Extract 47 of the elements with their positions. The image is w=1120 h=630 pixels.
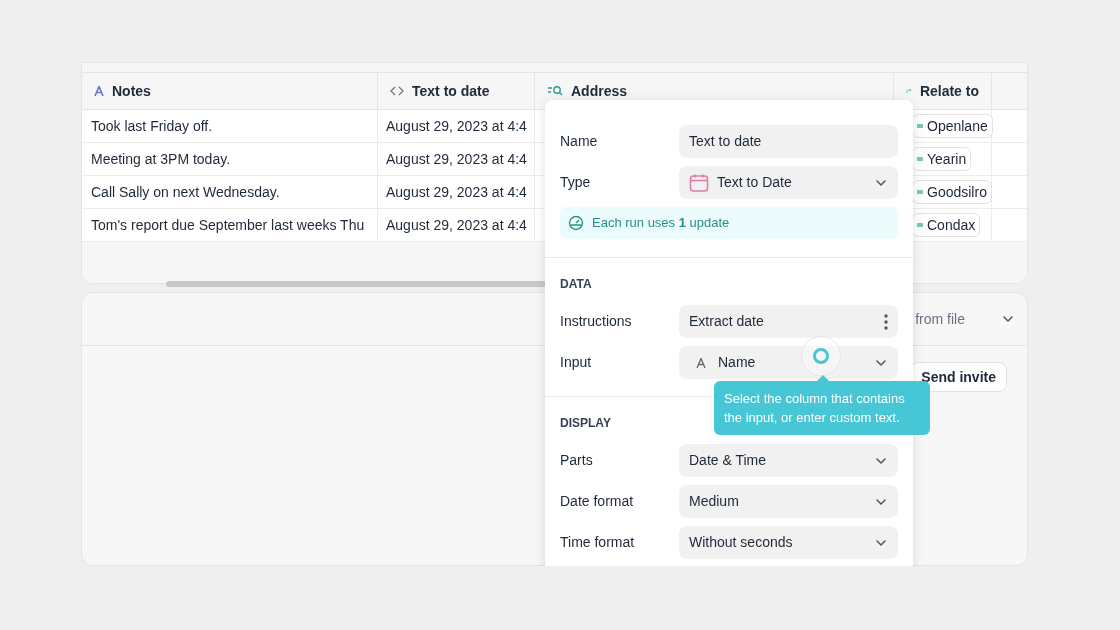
click-indicator-icon	[801, 336, 841, 376]
table-cell: Tom's report due September last weeks Thu	[82, 209, 378, 241]
info-banner: Each run uses 1 update	[560, 207, 898, 239]
logo-icon	[917, 223, 923, 227]
section-heading: DATA	[560, 276, 592, 293]
table-cell: August 29, 2023 at 4:4	[378, 176, 535, 208]
send-invite-button[interactable]: Send invite	[910, 362, 1007, 392]
code-icon	[390, 85, 404, 97]
field-label: Instructions	[560, 312, 632, 331]
field-label: Parts	[560, 451, 593, 470]
scrollbar[interactable]	[166, 281, 546, 287]
search-list-icon	[547, 85, 563, 97]
column-header[interactable]: Notes	[82, 73, 378, 109]
relation-chip[interactable]: Goodsilro	[912, 180, 992, 204]
tooltip: Select the column that contains the input, or enter custom text.	[714, 381, 930, 435]
text-type-icon	[94, 86, 104, 96]
logo-icon	[917, 124, 923, 128]
gauge-icon	[568, 215, 584, 231]
table-cell: Meeting at 3PM today.	[82, 143, 378, 175]
section-heading: DISPLAY	[560, 415, 611, 432]
text-type-icon	[696, 357, 706, 368]
table-cell: Call Sally on next Wednesday.	[82, 176, 378, 208]
dropdown-select[interactable]: Date & Time	[679, 444, 898, 477]
instructions-field[interactable]: Extract date	[679, 305, 898, 338]
dropdown-select[interactable]: Medium	[679, 485, 898, 518]
source-select[interactable]: from file	[915, 308, 1015, 330]
field-label: Time format	[560, 533, 635, 552]
relation-chip[interactable]: Yearin	[912, 147, 972, 171]
table-cell: Took last Friday off.	[82, 110, 378, 142]
field-label: Type	[560, 173, 591, 192]
input-select[interactable]: Name	[679, 346, 898, 379]
field-label: Input	[560, 353, 592, 372]
logo-icon	[917, 157, 923, 161]
table-cell: August 29, 2023 at 4:4	[378, 209, 535, 241]
type-select[interactable]: Text to Date	[679, 166, 898, 199]
field-label: Date format	[560, 492, 634, 511]
column-header[interactable]: Text to date	[378, 73, 535, 109]
relation-chip[interactable]: Openlane	[912, 114, 993, 138]
logo-icon	[917, 190, 923, 194]
table-cell: August 29, 2023 at 4:4	[378, 110, 535, 142]
dropdown-select[interactable]: Without seconds	[679, 526, 898, 559]
relation-chip[interactable]: Condax	[912, 213, 981, 237]
more-icon[interactable]	[884, 313, 888, 330]
field-label: Name	[560, 132, 598, 151]
calendar-icon	[689, 172, 709, 193]
name-field[interactable]: Text to date	[679, 125, 898, 158]
table-cell: August 29, 2023 at 4:4	[378, 143, 535, 175]
